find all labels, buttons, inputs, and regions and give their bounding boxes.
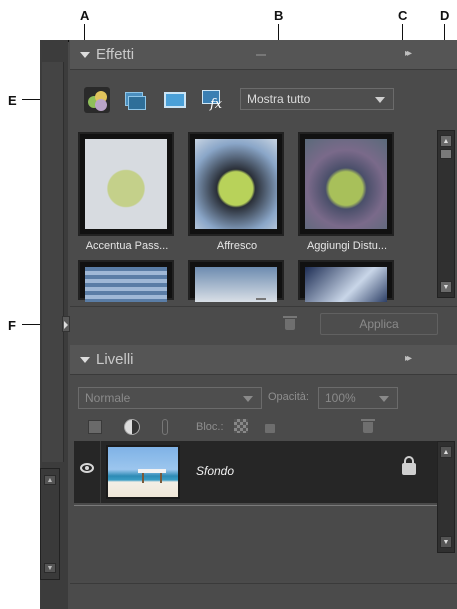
layers-scrollbar[interactable]: ▲ ▼: [437, 441, 455, 553]
callout-a: A: [80, 8, 90, 23]
adjustment-layer-icon[interactable]: [124, 419, 140, 435]
panel-grip[interactable]: [256, 54, 266, 56]
callout-c: C: [398, 8, 408, 23]
blend-mode-select[interactable]: Normale: [78, 387, 262, 409]
effects-panel: Effetti ▸▸ fx Mostra tutto Accentua Pass…: [70, 40, 457, 345]
layers-panel-title: Livelli: [96, 351, 134, 368]
effect-thumb-row2-3[interactable]: [298, 260, 394, 302]
effects-panel-header[interactable]: Effetti ▸▸: [70, 40, 457, 70]
effect-thumb-row2-1[interactable]: [78, 260, 174, 302]
chevron-down-icon: [379, 396, 389, 402]
scroll-up-icon[interactable]: ▲: [44, 475, 56, 485]
callout-d: D: [440, 8, 450, 23]
scroll-up-icon[interactable]: ▲: [440, 446, 452, 458]
eye-icon[interactable]: [80, 463, 94, 473]
triangle-down-icon[interactable]: [80, 52, 90, 58]
double-chevron-right-icon[interactable]: ▸▸: [405, 353, 412, 364]
layers-panel: Livelli ▸▸ Normale Opacità: 100% Bloc.: …: [70, 345, 457, 609]
new-layer-icon[interactable]: [88, 420, 102, 434]
photo-effects-icon[interactable]: [162, 87, 188, 113]
effect-thumb-label: Accentua Pass...: [85, 240, 169, 252]
fx-all-icon[interactable]: fx: [200, 87, 226, 113]
layer-row-separator: [100, 441, 101, 503]
layers-panel-header[interactable]: Livelli ▸▸: [70, 345, 457, 375]
effect-thumb-affresco[interactable]: [188, 132, 284, 236]
layer-thumbnail: [106, 445, 180, 499]
effect-thumb-label: Aggiungi Distu...: [306, 240, 388, 252]
effect-thumb-accentua[interactable]: [78, 132, 174, 236]
scroll-thumb[interactable]: [440, 149, 452, 159]
double-chevron-right-icon[interactable]: ▸▸: [405, 48, 412, 59]
effects-thumbnail-grid: Accentua Pass... Affresco Aggiungi Distu…: [78, 132, 426, 302]
layer-row[interactable]: Sfondo: [74, 441, 438, 503]
blend-mode-value: Normale: [85, 391, 131, 405]
scroll-down-icon[interactable]: ▼: [440, 281, 452, 293]
left-mini-scrollbar[interactable]: ▲ ▼: [40, 468, 60, 580]
trash-icon[interactable]: [283, 316, 297, 330]
layer-styles-icon[interactable]: [122, 87, 148, 113]
layer-name: Sfondo: [196, 464, 235, 478]
left-dock-panel: [42, 62, 64, 462]
layer-row-underline: [74, 505, 438, 506]
effect-thumb-label: Affresco: [216, 240, 258, 252]
scroll-down-icon[interactable]: ▼: [44, 563, 56, 573]
lock-label: Bloc.:: [196, 421, 224, 433]
opacity-label: Opacità:: [268, 391, 309, 403]
opacity-field[interactable]: 100%: [318, 387, 398, 409]
trash-icon[interactable]: [361, 419, 375, 433]
lock-all-icon[interactable]: [265, 424, 275, 433]
collapse-bin-toggle[interactable]: [62, 316, 70, 332]
lock-transparency-icon[interactable]: [234, 419, 248, 433]
layers-footer-divider: [70, 583, 457, 584]
callout-f: F: [8, 318, 16, 333]
scroll-up-icon[interactable]: ▲: [440, 135, 452, 147]
lock-icon: [402, 456, 416, 475]
effects-filter-select-value: Mostra tutto: [247, 92, 311, 106]
triangle-down-icon[interactable]: [80, 357, 90, 363]
opacity-value: 100%: [325, 391, 356, 405]
triangle-right-icon: [64, 321, 68, 329]
scroll-down-icon[interactable]: ▼: [440, 536, 452, 548]
panel-grip[interactable]: [256, 298, 266, 300]
filters-icon[interactable]: [84, 87, 110, 113]
effect-thumb-aggiungi[interactable]: [298, 132, 394, 236]
chevron-down-icon: [375, 97, 385, 103]
effects-panel-title: Effetti: [96, 46, 135, 63]
chevron-down-icon: [243, 396, 253, 402]
effects-filter-select[interactable]: Mostra tutto: [240, 88, 394, 110]
effects-scrollbar[interactable]: ▲ ▼: [437, 130, 455, 298]
effects-footer-divider: [70, 306, 457, 307]
callout-e: E: [8, 93, 17, 108]
callout-b: B: [274, 8, 284, 23]
apply-button[interactable]: Applica: [320, 313, 438, 335]
link-icon[interactable]: [162, 419, 168, 435]
effect-thumb-row2-2[interactable]: [188, 260, 284, 302]
